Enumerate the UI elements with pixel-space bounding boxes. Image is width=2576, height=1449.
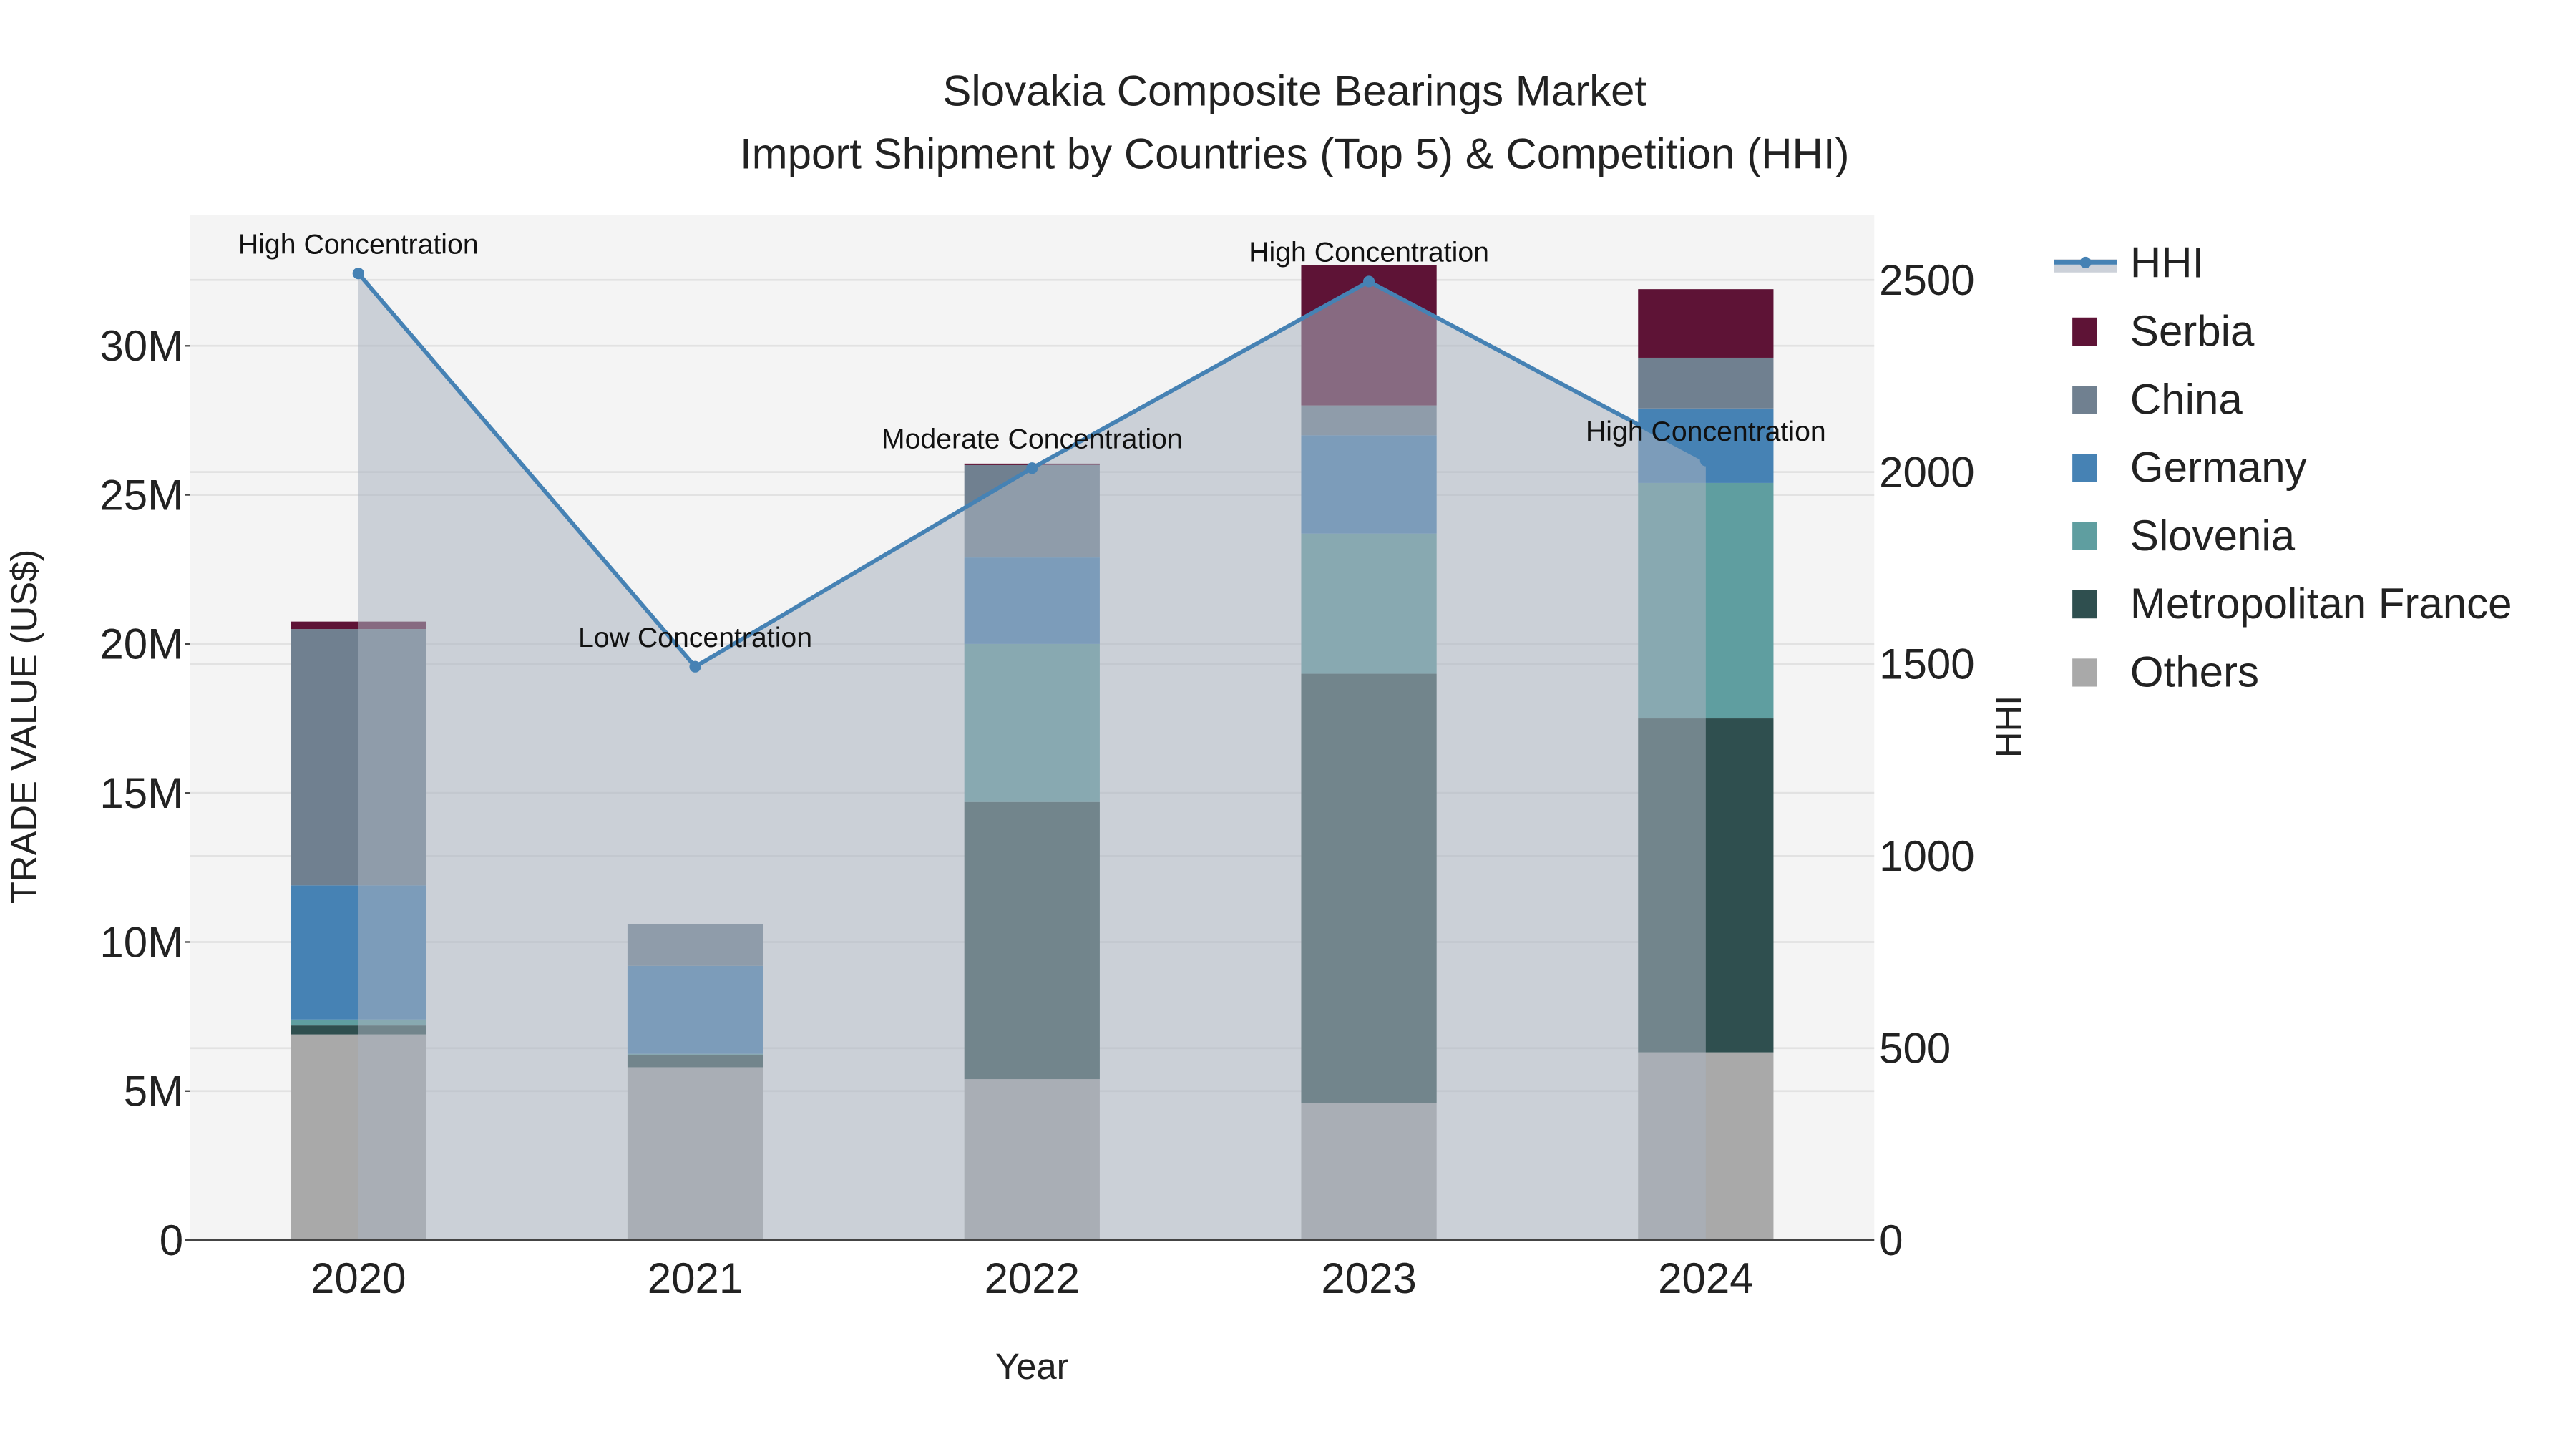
x-tick-label: 2022 (985, 1254, 1080, 1302)
legend-swatch-others (2072, 658, 2097, 687)
hhi-point-2023 (1363, 275, 1375, 288)
y-tick-label: 5M (124, 1068, 183, 1116)
legend-swatch-germany (2072, 454, 2097, 482)
legend-swatch-serbia (2072, 317, 2097, 346)
y-tick-label: 25M (99, 471, 183, 519)
y2-tick-label: 1500 (1879, 640, 1974, 688)
hhi-annotation: Moderate Concentration (882, 424, 1183, 455)
legend-hhi-marker (2079, 256, 2092, 268)
chart-title: Slovakia Composite Bearings Market (942, 67, 1646, 115)
hhi-annotation: High Concentration (1249, 237, 1489, 268)
legend-label: Others (2130, 648, 2259, 696)
y2-tick-label: 2500 (1879, 256, 1974, 304)
y2-tick-label: 500 (1879, 1024, 1951, 1072)
hhi-annotation: Low Concentration (578, 622, 812, 653)
chart-subtitle: Import Shipment by Countries (Top 5) & C… (740, 130, 1850, 177)
bar-serbia-2024 (1638, 289, 1774, 358)
legend-label: Serbia (2130, 307, 2255, 355)
hhi-annotation: High Concentration (238, 228, 479, 260)
legend-label: Germany (2130, 444, 2307, 492)
legend-swatch-slovenia (2072, 522, 2097, 550)
legend-label: Metropolitan France (2130, 580, 2512, 628)
x-tick-label: 2024 (1658, 1254, 1753, 1302)
x-tick-label: 2021 (648, 1254, 743, 1302)
hhi-point-2024 (1699, 454, 1712, 467)
hhi-point-2020 (352, 268, 364, 280)
y2-tick-label: 1000 (1879, 832, 1974, 880)
chart: Slovakia Composite Bearings Market Impor… (0, 0, 2576, 1449)
hhi-point-2022 (1026, 462, 1038, 474)
y-axis-label: TRADE VALUE (US$) (4, 550, 44, 904)
y2-tick-label: 0 (1879, 1216, 1903, 1264)
y-tick-label: 15M (99, 769, 183, 817)
y-tick-label: 30M (99, 322, 183, 370)
x-tick-label: 2023 (1321, 1254, 1416, 1302)
x-tick-label: 2020 (311, 1254, 406, 1302)
legend-label: China (2130, 375, 2243, 423)
legend-label: Slovenia (2130, 512, 2296, 560)
hhi-point-2021 (689, 660, 701, 673)
y-tick-label: 0 (160, 1216, 183, 1264)
bar-china-2024 (1638, 357, 1774, 409)
y2-axis-label: HHI (1989, 696, 2029, 758)
legend-label: HHI (2130, 239, 2204, 287)
y-tick-label: 10M (99, 918, 183, 966)
y2-tick-label: 2000 (1879, 448, 1974, 496)
x-axis-label: Year (995, 1346, 1069, 1387)
y-tick-label: 20M (99, 620, 183, 668)
legend-swatch-china (2072, 386, 2097, 414)
hhi-annotation: High Concentration (1586, 416, 1826, 447)
legend-swatch-metropolitan-france (2072, 590, 2097, 619)
